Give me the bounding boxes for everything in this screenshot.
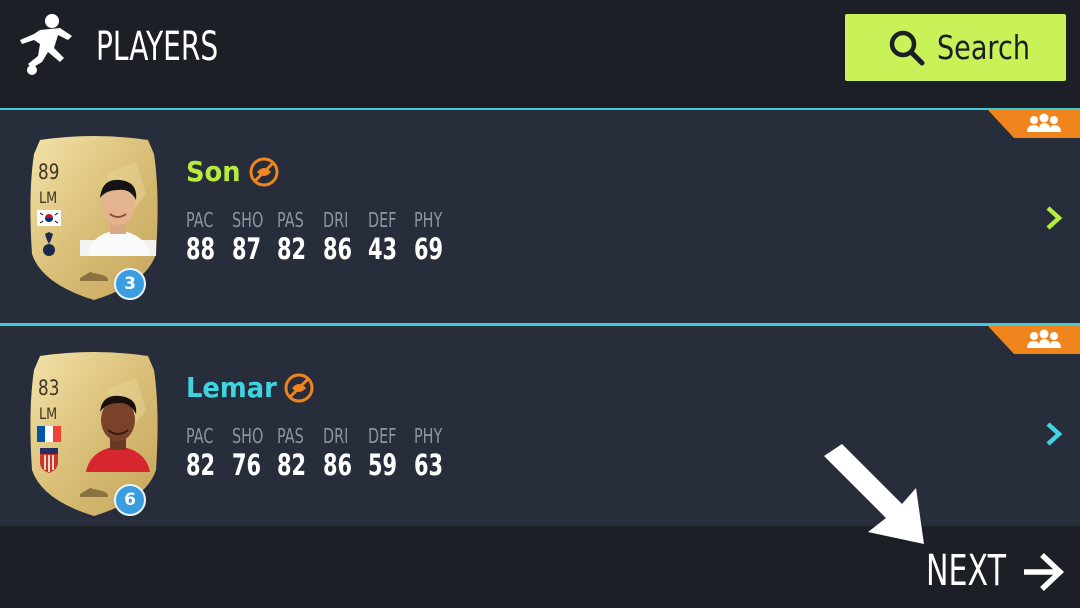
stat-def: DEF 43 [368,208,414,266]
search-button-label: Search [937,28,1030,67]
boot-icon [80,272,108,281]
stat-label: SHO [231,424,263,448]
next-button-label: NEXT [926,546,1007,596]
stat-phy: PHY 69 [414,208,460,266]
atletico-madrid-crest-icon [40,448,58,473]
stat-label: SHO [231,208,263,232]
untradeable-icon [249,157,279,187]
stat-label: PAS [277,424,304,448]
player-stats: PAC 82 SHO 76 PAS 82 DRI 86 DEF 59 PHY 6… [186,424,459,482]
untradeable-icon [284,373,314,403]
player-name: Lemar [186,371,277,404]
stat-value: 82 [277,448,307,482]
squad-group-icon [988,326,1080,354]
stat-sho: SHO 87 [232,208,278,266]
card-position: LM [39,404,58,423]
stat-value: 63 [413,448,443,482]
stat-value: 76 [231,448,261,482]
stat-dri: DRI 86 [323,424,369,482]
stat-value: 86 [322,448,352,482]
stat-label: PHY [413,208,442,232]
squad-group-icon [988,110,1080,138]
stat-value: 88 [186,232,216,266]
upgrade-count-badge: 3 [114,268,146,300]
player-row-son[interactable]: 89 LM 3 Son PAC 88 SHO 87 PAS 82 DRI 86 … [0,110,1080,323]
stat-value: 82 [277,232,307,266]
stat-pac: PAC 82 [186,424,232,482]
stat-label: PHY [413,424,442,448]
stat-value: 69 [413,232,443,266]
player-portrait-lemar [86,395,150,472]
south-korea-flag-icon [37,210,61,226]
stat-label: DEF [368,424,397,448]
stat-pas: PAS 82 [277,208,323,266]
search-icon [889,30,925,66]
stat-label: DRI [322,424,348,448]
stat-value: 59 [368,448,398,482]
stat-def: DEF 59 [368,424,414,482]
page-title: PLAYERS [96,24,219,70]
upgrade-count-badge: 6 [114,484,146,516]
stat-phy: PHY 63 [414,424,460,482]
player-portrait-son [80,179,156,256]
stat-value: 87 [231,232,261,266]
stat-value: 82 [186,448,216,482]
pointer-arrow-icon [824,444,924,544]
player-card: 89 LM 3 [26,134,162,302]
next-button[interactable]: NEXT [920,542,1072,600]
chevron-right-icon[interactable] [1044,204,1064,232]
boot-icon [80,488,108,497]
stat-label: DRI [322,208,348,232]
arrow-right-icon [1024,553,1065,591]
stat-sho: SHO 76 [232,424,278,482]
player-card: 83 LM 6 [26,350,162,518]
header-bar: PLAYERS Search [0,0,1080,108]
players-screen: PLAYERS Search 89 LM 3 Son PAC 88 SHO 87… [0,0,1080,608]
card-position: LM [39,188,58,207]
france-flag-icon [37,426,61,442]
search-button[interactable]: Search [845,14,1066,81]
player-stats: PAC 88 SHO 87 PAS 82 DRI 86 DEF 43 PHY 6… [186,208,459,266]
player-name: Son [186,155,241,188]
stat-dri: DRI 86 [323,208,369,266]
tottenham-crest-icon [43,232,55,256]
stat-pac: PAC 88 [186,208,232,266]
soccer-player-icon [20,14,72,75]
chevron-right-icon[interactable] [1044,420,1064,448]
stat-label: PAC [186,424,214,448]
card-rating: 89 [38,160,60,184]
stat-value: 43 [368,232,398,266]
stat-label: PAS [277,208,304,232]
stat-value: 86 [322,232,352,266]
stat-label: PAC [186,208,214,232]
stat-pas: PAS 82 [277,424,323,482]
card-rating: 83 [38,376,60,400]
stat-label: DEF [368,208,397,232]
